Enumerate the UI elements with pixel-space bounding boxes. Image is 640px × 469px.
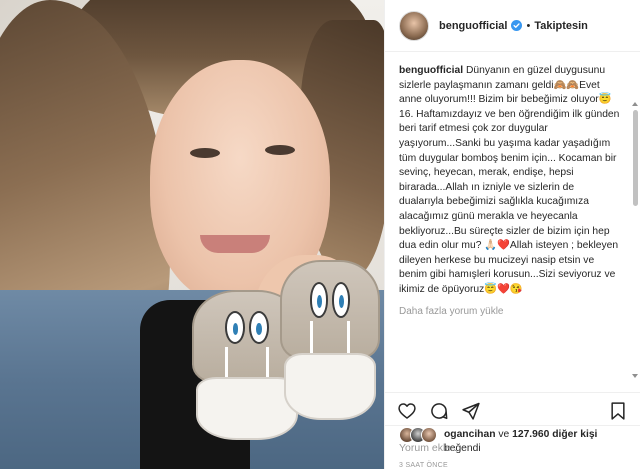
comments-area[interactable]: benguofficial Dünyanın en güzel duygusun… <box>385 52 640 392</box>
comment-icon[interactable] <box>429 401 449 421</box>
photo-lips <box>200 235 270 253</box>
photo-eye-left <box>190 148 220 158</box>
post-header: benguofficial • Takiptesin <box>385 0 640 52</box>
header-separator: • <box>526 19 531 32</box>
username-link[interactable]: benguofficial <box>439 20 507 32</box>
share-icon[interactable] <box>461 401 481 421</box>
comment-input[interactable] <box>399 441 626 454</box>
comments-scrollbar[interactable] <box>633 110 638 206</box>
scroll-down-arrow-icon[interactable] <box>632 374 638 378</box>
verified-badge-icon <box>511 20 523 31</box>
heart-icon[interactable] <box>397 401 417 421</box>
caption-text: Dünyanın en güzel duygusunu sizlerle pay… <box>399 65 620 295</box>
avatar[interactable] <box>399 10 429 41</box>
baby-shoe-right <box>280 260 380 420</box>
photo-eye-right <box>265 145 295 155</box>
bookmark-icon[interactable] <box>608 401 628 421</box>
post-caption: benguofficial Dünyanın en güzel duygusun… <box>399 64 640 298</box>
load-more-comments-link[interactable]: Daha fazla yorum yükle <box>399 306 640 317</box>
follow-status-button[interactable]: Takiptesin <box>534 20 588 32</box>
post-actions-bar <box>385 392 640 428</box>
add-comment-bar <box>385 425 640 469</box>
post-photo[interactable] <box>0 0 384 469</box>
post-side-panel: benguofficial • Takiptesin benguofficial… <box>384 0 640 469</box>
scroll-up-arrow-icon[interactable] <box>632 102 638 106</box>
caption-username[interactable]: benguofficial <box>399 65 463 76</box>
